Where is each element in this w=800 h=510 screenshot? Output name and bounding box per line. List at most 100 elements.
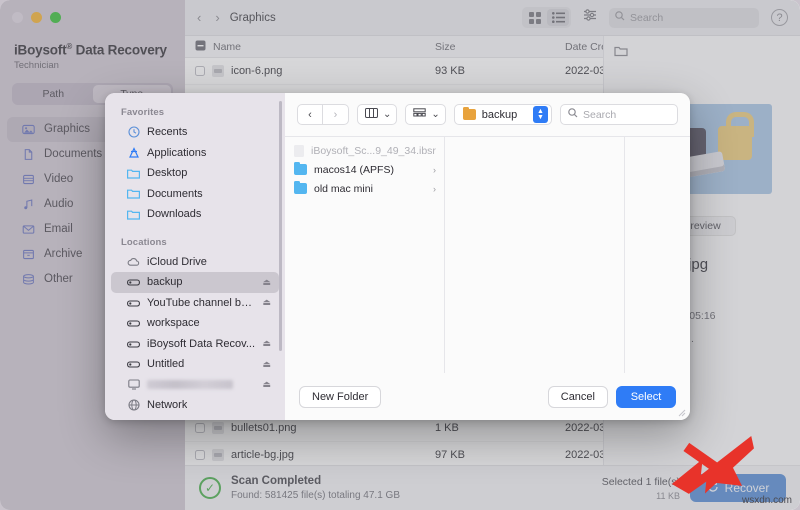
column-label-name: Name [213,41,241,53]
dialog-column-browser: iBoysoft_Sc...9_49_34.ibsr macos14 (APFS… [285,136,690,373]
dialog-sidebar: Favorites Recents Applications Desktop D… [105,93,285,420]
folder-preview-icon[interactable] [614,44,628,62]
list-item[interactable]: macos14 (APFS) › [285,160,444,179]
app-title-name: iBoysoft [14,43,66,58]
up-down-stepper-icon[interactable]: ▲▼ [533,106,548,123]
redacted-computer-name [147,380,233,389]
sidebar-label-graphics: Graphics [44,123,90,135]
column-header-name[interactable]: Name [185,40,435,54]
app-edition: Technician [14,60,171,71]
sidebar-group-favorites-header: Favorites [105,103,285,122]
cancel-button[interactable]: Cancel [548,386,608,408]
sidebar-item-iboysoft-data-recovery[interactable]: iBoysoft Data Recov... ⏏ [111,334,279,355]
dialog-search-placeholder: Search [583,109,616,121]
segment-path[interactable]: Path [14,85,93,103]
annotation-arrow [672,434,758,500]
sidebar-label-iboysoft-data-recovery: iBoysoft Data Recov... [147,338,255,350]
sidebar-item-desktop[interactable]: Desktop [111,163,279,184]
list-item[interactable]: old mac mini › [285,179,444,198]
sidebar-label-network: Network [147,399,187,411]
external-drive-icon [127,317,140,330]
nav-arrows[interactable]: ‹ › [197,10,220,25]
sidebar-item-redacted-computer[interactable]: ⏏ [111,375,279,396]
grid-view-icon[interactable] [524,9,546,26]
path-dropdown[interactable]: backup ▲▼ [454,104,552,125]
row-checkbox[interactable] [195,66,205,76]
forward-icon[interactable]: › [215,10,219,25]
sidebar-label-downloads: Downloads [147,208,201,220]
eject-icon[interactable]: ⏏ [262,379,271,390]
sidebar-item-downloads[interactable]: Downloads [111,204,279,225]
eject-icon[interactable]: ⏏ [262,297,271,308]
filter-sliders-icon[interactable] [583,8,597,27]
sidebar-label-workspace: workspace [147,317,200,329]
external-drive-icon [127,296,140,309]
sidebar-item-backup[interactable]: backup ⏏ [111,272,279,293]
maximize-window-button[interactable] [50,12,61,23]
close-window-button[interactable] [12,12,23,23]
document-icon [21,147,35,161]
file-size-cell: 1 KB [435,422,565,434]
view-mode-dropdown[interactable]: ⌄ [357,104,397,125]
file-name-label: icon-6.png [231,65,282,77]
sidebar-item-icloud-drive[interactable]: iCloud Drive [111,252,279,273]
eject-icon[interactable]: ⏏ [262,359,271,370]
sidebar-label-youtube-channel-backup: YouTube channel ba... [147,297,255,309]
eject-icon[interactable]: ⏏ [262,338,271,349]
blue-folder-icon [294,164,307,175]
sidebar-label-recents: Recents [147,126,187,138]
orange-folder-icon [463,109,476,120]
toolbar-right-group: Search ? [522,7,788,28]
select-all-checkbox[interactable] [195,40,206,54]
folder-icon [127,187,140,200]
window-traffic-lights[interactable] [12,12,61,23]
dialog-back-icon[interactable]: ‹ [297,104,323,125]
breadcrumb: Graphics [230,12,276,24]
sidebar-item-untitled[interactable]: Untitled ⏏ [111,354,279,375]
sidebar-item-youtube-channel-backup[interactable]: YouTube channel ba... ⏏ [111,293,279,314]
sidebar-label-untitled: Untitled [147,358,184,370]
list-view-icon[interactable] [547,9,569,26]
folder-icon [127,167,140,180]
view-mode-toggle[interactable] [522,7,571,28]
sidebar-label-email: Email [44,223,73,235]
sidebar-label-backup: backup [147,276,182,288]
dialog-nav-buttons[interactable]: ‹ › [297,104,349,125]
browser-column-2[interactable] [445,137,625,373]
main-toolbar: ‹ › Graphics Search ? [185,0,800,36]
status-text-group: Scan Completed Found: 581425 file(s) tot… [231,475,400,501]
chevron-right-icon: › [433,165,436,175]
sidebar-item-documents[interactable]: Documents [111,184,279,205]
column-header-size[interactable]: Size [435,41,565,53]
row-checkbox[interactable] [195,423,205,433]
search-input[interactable]: Search [609,8,759,28]
sidebar-item-applications[interactable]: Applications [111,143,279,164]
new-folder-button[interactable]: New Folder [299,386,381,408]
resize-grip-icon[interactable] [678,409,686,417]
minimize-window-button[interactable] [31,12,42,23]
sidebar-label-desktop: Desktop [147,167,187,179]
help-button[interactable]: ? [771,9,788,26]
sidebar-item-recents[interactable]: Recents [111,122,279,143]
sidebar-item-workspace[interactable]: workspace [111,313,279,334]
cloud-icon [127,255,140,268]
archive-icon [21,247,35,261]
sidebar-item-network[interactable]: Network [111,395,279,416]
globe-icon [127,399,140,412]
eject-icon[interactable]: ⏏ [262,277,271,288]
list-item[interactable]: iBoysoft_Sc...9_49_34.ibsr [285,141,444,160]
group-by-dropdown[interactable]: ⌄ [405,104,445,125]
browser-column-3[interactable] [625,137,690,373]
sidebar-label-documents: Documents [147,188,203,200]
sidebar-scrollbar[interactable] [279,101,282,351]
file-name-cell: article-bg.jpg [185,449,435,461]
dialog-search-input[interactable]: Search [560,104,678,125]
external-drive-icon [127,337,140,350]
select-button[interactable]: Select [616,386,676,408]
stack-icon [21,272,35,286]
row-checkbox[interactable] [195,450,205,460]
path-label: backup [482,109,517,121]
back-icon[interactable]: ‹ [197,10,201,25]
dialog-footer: New Folder Cancel Select [285,373,690,420]
dialog-forward-icon[interactable]: › [323,104,349,125]
